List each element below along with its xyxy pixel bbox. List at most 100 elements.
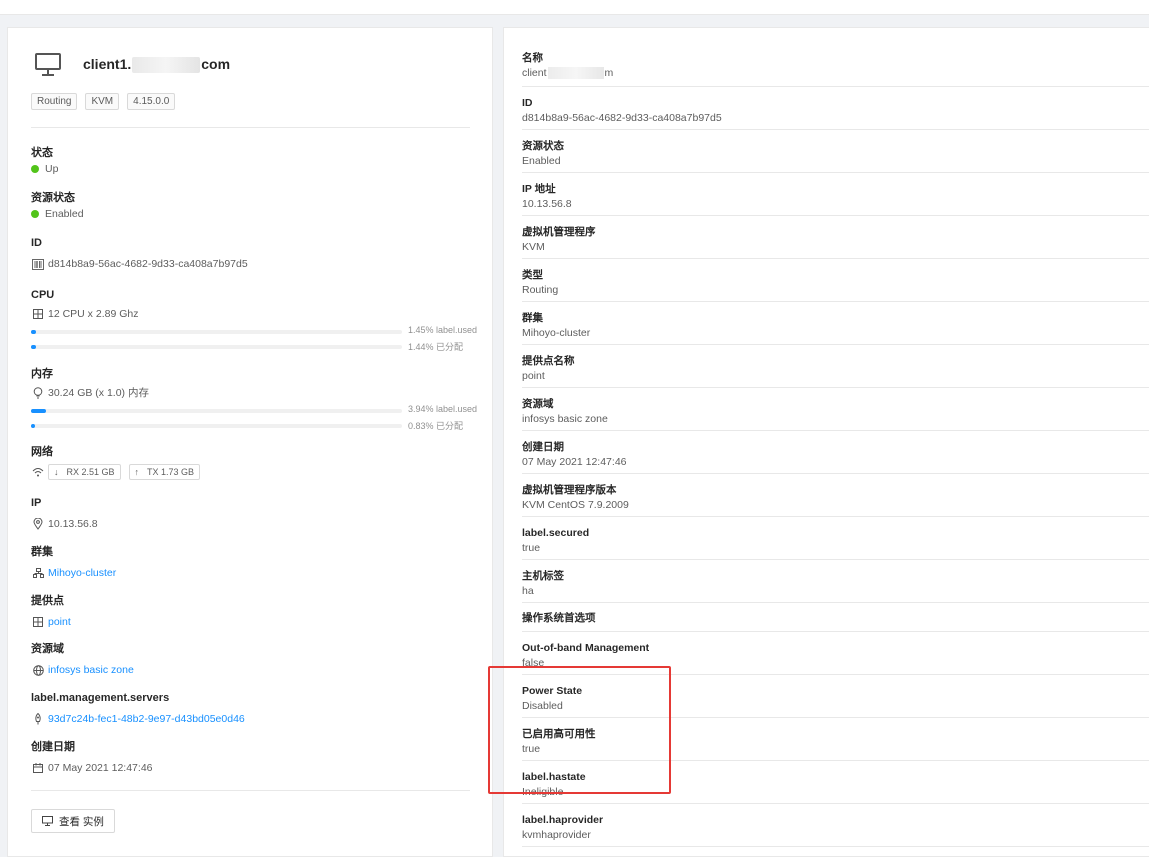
tag-type: Routing (31, 93, 78, 110)
detail-value: 07 May 2021 12:47:46 (522, 456, 627, 468)
resource-state-section: 资源状态 Enabled (31, 191, 471, 221)
detail-item: 虚拟机管理程序 KVM (522, 216, 1149, 259)
rx-value: RX 2.51 GB (66, 467, 115, 477)
resource-state-label: 资源状态 (31, 192, 75, 204)
detail-label: IP 地址 (522, 183, 556, 195)
bulb-icon (31, 387, 45, 399)
status-dot (31, 165, 39, 173)
detail-label: 名称 (522, 52, 543, 64)
detail-item: ID d814b8a9-56ac-4682-9d33-ca408a7b97d5 (522, 87, 1149, 130)
detail-value: true (522, 743, 541, 755)
tx-value: TX 1.73 GB (147, 467, 195, 477)
cluster-section: 群集 Mihoyo-cluster (31, 545, 471, 580)
detail-item: 虚拟机管理程序版本 KVM CentOS 7.9.2009 (522, 474, 1149, 517)
ip-value: 10.13.56.8 (48, 518, 98, 530)
ip-section: IP 10.13.56.8 (31, 496, 471, 531)
detail-item: IP 地址 10.13.56.8 (522, 173, 1149, 216)
host-details-card: 名称 client m ID d814b8a9-56ac-4682-9d33-ca408… (503, 27, 1149, 857)
cpu-allocated-text: 1.44% 已分配 (408, 342, 464, 352)
host-name: client1. com (83, 56, 231, 74)
detail-label: 虚拟机管理程序 (522, 226, 596, 238)
management-servers-section: label.management.servers 93d7c24b-fec1-4… (31, 691, 471, 726)
detail-label: Power State (522, 685, 583, 697)
cpu-used-text: 1.45% label.used (408, 325, 478, 335)
management-servers-label: label.management.servers (31, 692, 170, 704)
detail-item: 群集 Mihoyo-cluster (522, 302, 1149, 345)
detail-item: label.hastate Ineligible (522, 761, 1149, 804)
cpu-allocated-bar: 1.44% 已分配 (31, 339, 471, 354)
rx-badge: ↓ RX 2.51 GB (48, 464, 121, 480)
divider (31, 127, 470, 128)
cluster-icon (31, 567, 45, 579)
memory-label: 内存 (31, 368, 53, 380)
management-server-link[interactable]: 93d7c24b-fec1-48b2-9e97-d43bd05e0d46 (48, 712, 245, 726)
globe-icon (31, 664, 45, 676)
detail-value: true (522, 542, 541, 554)
top-bar (0, 0, 1149, 15)
cpu-used-fill (31, 330, 37, 334)
created-label: 创建日期 (31, 741, 75, 753)
detail-label: label.haprovider (522, 814, 604, 826)
cpu-used-bar: 1.45% label.used (31, 324, 477, 339)
detail-item: 类型 Routing (522, 259, 1149, 302)
host-name-suffix: com (201, 56, 231, 72)
detail-value: Ineligible (522, 786, 564, 798)
host-tags: Routing KVM 4.15.0.0 (31, 93, 176, 110)
tx-badge: ↑ TX 1.73 GB (128, 464, 201, 480)
detail-item: Power State Disabled (522, 675, 1149, 718)
detail-item: 操作系统首选项 (522, 603, 1149, 632)
state-value: Up (45, 163, 59, 175)
cpu-section: CPU 12 CPU x 2.89 Ghz 1.45% label.used 1… (31, 288, 477, 354)
detail-item: 主机标签 ha (522, 560, 1149, 603)
detail-value: client m (522, 66, 613, 80)
detail-item: 资源状态 Enabled (522, 130, 1149, 173)
memory-allocated-fill (31, 424, 36, 428)
memory-used-text: 3.94% label.used (408, 404, 478, 414)
zone-link[interactable]: infosys basic zone (48, 663, 134, 677)
cpu-label: CPU (31, 289, 55, 301)
ip-label: IP (31, 497, 42, 509)
detail-label: 操作系统首选项 (522, 612, 596, 624)
network-label: 网络 (31, 446, 53, 458)
view-instances-button[interactable]: 查看 实例 (31, 809, 115, 833)
location-icon (31, 518, 45, 530)
detail-label: 提供点名称 (522, 355, 575, 367)
detail-item: 资源域 infosys basic zone (522, 388, 1149, 431)
pod-section: 提供点 point (31, 594, 471, 629)
detail-label: 虚拟机管理程序版本 (522, 484, 617, 496)
detail-label: 资源状态 (522, 140, 564, 152)
monitor-icon (35, 53, 61, 76)
arrow-up-icon: ↑ (134, 467, 140, 477)
state-section: 状态 Up (31, 146, 471, 176)
cpu-allocated-fill (31, 345, 37, 349)
view-instances-label: 查看 实例 (59, 815, 104, 828)
desktop-icon (42, 816, 53, 826)
wifi-icon (31, 466, 45, 478)
barcode-icon (31, 258, 45, 270)
calendar-icon (31, 762, 45, 774)
detail-value: point (522, 370, 545, 382)
memory-used-bar: 3.94% label.used (31, 403, 477, 418)
detail-label: label.secured (522, 527, 590, 539)
id-section: ID d814b8a9-56ac-4682-9d33-ca408a7b97d5 (31, 236, 471, 271)
detail-item: 创建日期 07 May 2021 12:47:46 (522, 431, 1149, 474)
detail-label: label.hastate (522, 771, 586, 783)
arrow-down-icon: ↓ (54, 467, 59, 477)
detail-value: Enabled (522, 155, 561, 167)
cluster-link[interactable]: Mihoyo-cluster (48, 566, 116, 580)
id-value: d814b8a9-56ac-4682-9d33-ca408a7b97d5 (48, 258, 248, 270)
detail-value: ha (522, 585, 534, 597)
id-label: ID (31, 237, 42, 249)
detail-item: label.secured true (522, 517, 1149, 560)
detail-value: 10.13.56.8 (522, 198, 572, 210)
redacted-text (132, 57, 201, 74)
detail-label: 资源域 (522, 398, 554, 410)
detail-value: KVM (522, 241, 545, 253)
created-value: 07 May 2021 12:47:46 (48, 762, 153, 774)
cpu-value: 12 CPU x 2.89 Ghz (48, 308, 139, 320)
memory-used-fill (31, 409, 46, 413)
detail-item: 已启用高可用性 true (522, 718, 1149, 761)
detail-item: label.haprovider kvmhaprovider (522, 804, 1149, 847)
pod-link[interactable]: point (48, 615, 71, 629)
detail-value-suffix: m (604, 67, 614, 79)
